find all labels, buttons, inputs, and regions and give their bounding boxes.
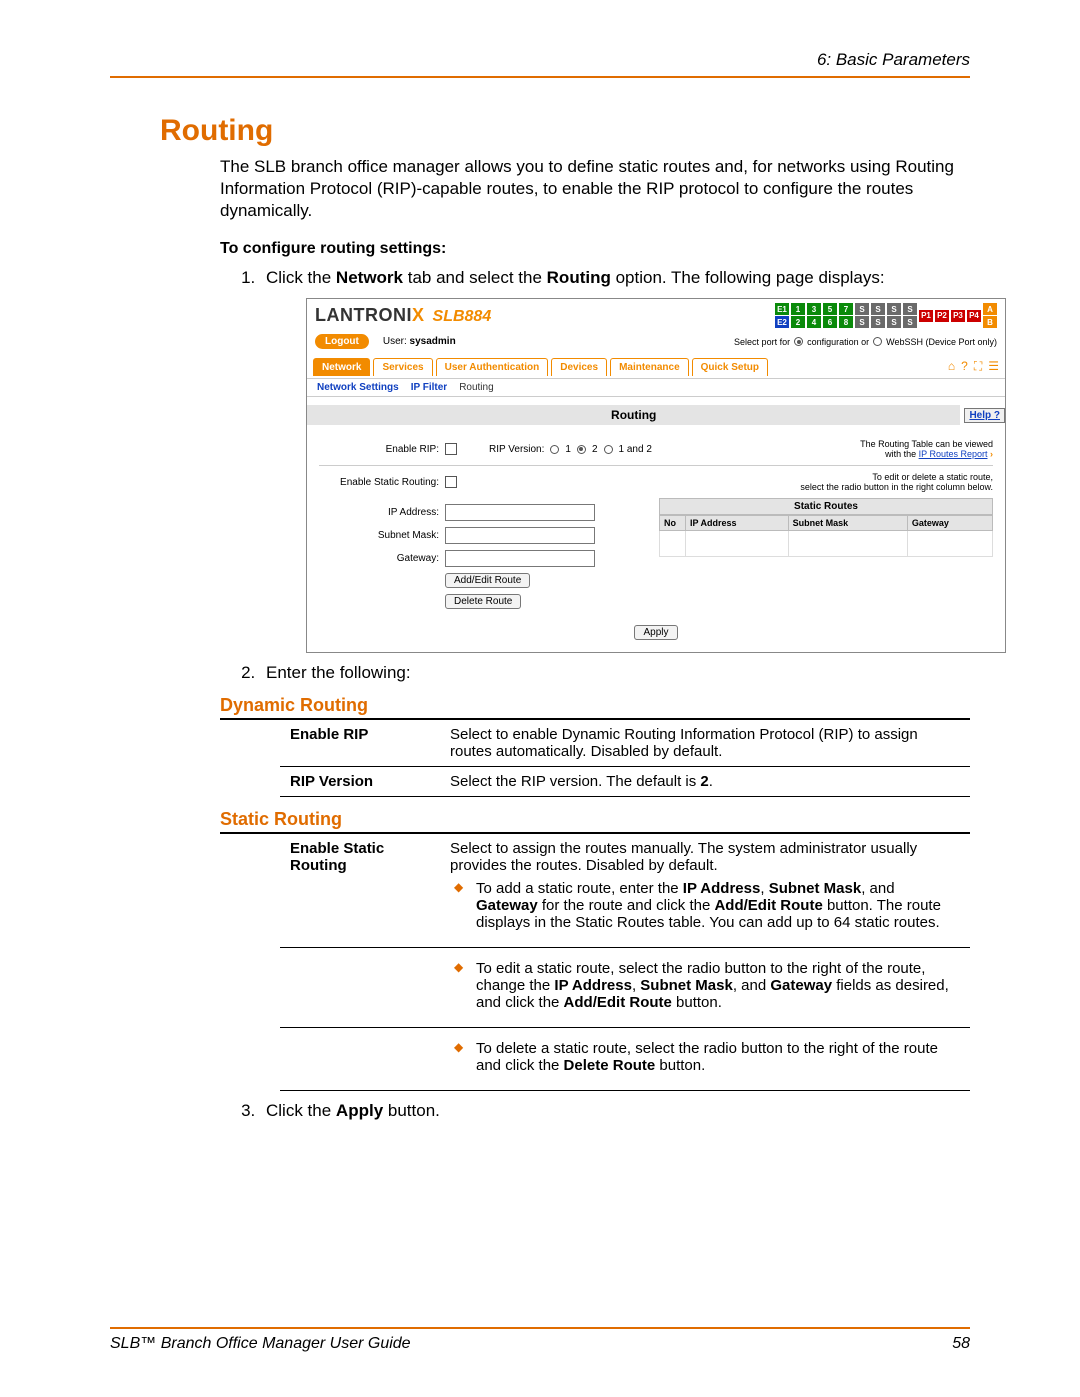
tab-quick-setup[interactable]: Quick Setup	[692, 358, 768, 376]
delete-route-button[interactable]: Delete Route	[445, 594, 521, 609]
subnet-mask-input[interactable]	[445, 527, 595, 544]
enable-rip-param-desc: Select to enable Dynamic Routing Informa…	[440, 720, 970, 767]
tab-devices[interactable]: Devices	[551, 358, 607, 376]
port-p1[interactable]: P1	[919, 310, 933, 322]
tab-user-authentication[interactable]: User Authentication	[436, 358, 549, 376]
select-port-for: Select port for configuration or WebSSH …	[734, 337, 997, 347]
gateway-input[interactable]	[445, 550, 595, 567]
enable-static-routing-checkbox[interactable]	[445, 476, 457, 488]
expand-icon[interactable]: ⛶	[974, 359, 982, 374]
port-p4[interactable]: P4	[967, 310, 981, 322]
port-grid: E1E2 12 34 56 78 SS SS SS SS P1 P2 P3 P4…	[775, 303, 997, 328]
bullet-delete-route: To delete a static route, select the rad…	[450, 1040, 960, 1074]
ip-routes-report-link[interactable]: IP Routes Report	[919, 449, 988, 459]
rip-version-2-radio[interactable]	[577, 445, 586, 454]
enable-static-routing-param-label: Enable Static Routing	[280, 834, 440, 948]
port-2[interactable]: 2	[791, 316, 805, 328]
gateway-label: Gateway:	[319, 553, 439, 564]
port-1[interactable]: 1	[791, 303, 805, 315]
tab-services[interactable]: Services	[373, 358, 432, 376]
port-s8[interactable]: S	[903, 316, 917, 328]
step-3: Click the Apply button.	[260, 1101, 970, 1121]
help-icon[interactable]: ?	[961, 359, 968, 374]
bullet-delete-route-cell: To delete a static route, select the rad…	[440, 1028, 970, 1091]
step-2: Enter the following:	[260, 663, 970, 683]
subtab-ip-filter[interactable]: IP Filter	[411, 382, 448, 393]
bullet-edit-route-cell: To edit a static route, select the radio…	[440, 948, 970, 1028]
port-b[interactable]: B	[983, 316, 997, 328]
static-routes-table: No IP Address Subnet Mask Gateway	[659, 515, 993, 557]
subtab-network-settings[interactable]: Network Settings	[317, 382, 399, 393]
ip-address-input[interactable]	[445, 504, 595, 521]
static-routing-heading: Static Routing	[220, 809, 970, 830]
chevron-right-icon: ›	[990, 449, 993, 459]
subtab-routing[interactable]: Routing	[459, 382, 493, 393]
bullet-add-route: To add a static route, enter the IP Addr…	[450, 880, 960, 931]
enable-rip-checkbox[interactable]	[445, 443, 457, 455]
section-title-routing: Routing	[307, 405, 960, 425]
enable-static-routing-param-desc: Select to assign the routes manually. Th…	[440, 834, 970, 948]
port-e2[interactable]: E2	[775, 316, 789, 328]
dynamic-routing-heading: Dynamic Routing	[220, 695, 970, 716]
port-s4[interactable]: S	[871, 316, 885, 328]
static-routes-title: Static Routes	[659, 498, 993, 515]
footer-title: SLB™ Branch Office Manager User Guide	[110, 1335, 411, 1353]
port-s1[interactable]: S	[855, 303, 869, 315]
port-8[interactable]: 8	[839, 316, 853, 328]
rip-version-label: RIP Version:	[489, 444, 544, 455]
username-value: sysadmin	[410, 336, 456, 347]
intro-paragraph: The SLB branch office manager allows you…	[220, 156, 970, 222]
rip-version-param-desc: Select the RIP version. The default is 2…	[440, 767, 970, 797]
add-edit-route-button[interactable]: Add/Edit Route	[445, 573, 530, 588]
enable-rip-param-label: Enable RIP	[280, 720, 440, 767]
model-label: SLB884	[433, 308, 492, 326]
port-s7[interactable]: S	[903, 303, 917, 315]
brand: LANTRONIX SLB884	[315, 305, 491, 326]
dynamic-routing-table: Enable RIP Select to enable Dynamic Rout…	[280, 720, 970, 797]
ip-address-label: IP Address:	[319, 507, 439, 518]
bullet-edit-route: To edit a static route, select the radio…	[450, 960, 960, 1011]
port-3[interactable]: 3	[807, 303, 821, 315]
page-title: Routing	[160, 114, 970, 148]
port-e1[interactable]: E1	[775, 303, 789, 315]
rip-version-1-radio[interactable]	[550, 445, 559, 454]
logout-button[interactable]: Logout	[315, 334, 369, 349]
footer-rule	[110, 1327, 970, 1329]
port-p2[interactable]: P2	[935, 310, 949, 322]
port-s5[interactable]: S	[887, 303, 901, 315]
step-1: Click the Network tab and select the Rou…	[260, 268, 970, 653]
header-rule	[110, 76, 970, 78]
routing-screenshot: LANTRONIX SLB884 E1E2 12 34 56 78 SS SS …	[306, 298, 1006, 653]
port-4[interactable]: 4	[807, 316, 821, 328]
chapter-header: 6: Basic Parameters	[110, 50, 970, 70]
port-s3[interactable]: S	[871, 303, 885, 315]
port-s2[interactable]: S	[855, 316, 869, 328]
port-6[interactable]: 6	[823, 316, 837, 328]
enable-rip-label: Enable RIP:	[319, 444, 439, 455]
subnet-mask-label: Subnet Mask:	[319, 530, 439, 541]
radio-webssh[interactable]	[873, 337, 882, 346]
static-routing-table: Enable Static Routing Select to assign t…	[280, 834, 970, 1091]
list-icon[interactable]: ☰	[988, 359, 999, 374]
help-button[interactable]: Help ?	[964, 408, 1005, 423]
port-5[interactable]: 5	[823, 303, 837, 315]
port-p3[interactable]: P3	[951, 310, 965, 322]
configure-subhead: To configure routing settings:	[220, 240, 970, 258]
rip-version-param-label: RIP Version	[280, 767, 440, 797]
port-7[interactable]: 7	[839, 303, 853, 315]
apply-button[interactable]: Apply	[634, 625, 677, 640]
table-row	[660, 531, 993, 557]
radio-configuration[interactable]	[794, 337, 803, 346]
page-number: 58	[952, 1335, 970, 1353]
home-icon[interactable]: ⌂	[948, 359, 955, 374]
port-a[interactable]: A	[983, 303, 997, 315]
port-s6[interactable]: S	[887, 316, 901, 328]
tab-maintenance[interactable]: Maintenance	[610, 358, 689, 376]
tab-network[interactable]: Network	[313, 358, 370, 376]
rip-version-1and2-radio[interactable]	[604, 445, 613, 454]
enable-static-routing-label: Enable Static Routing:	[319, 477, 439, 488]
